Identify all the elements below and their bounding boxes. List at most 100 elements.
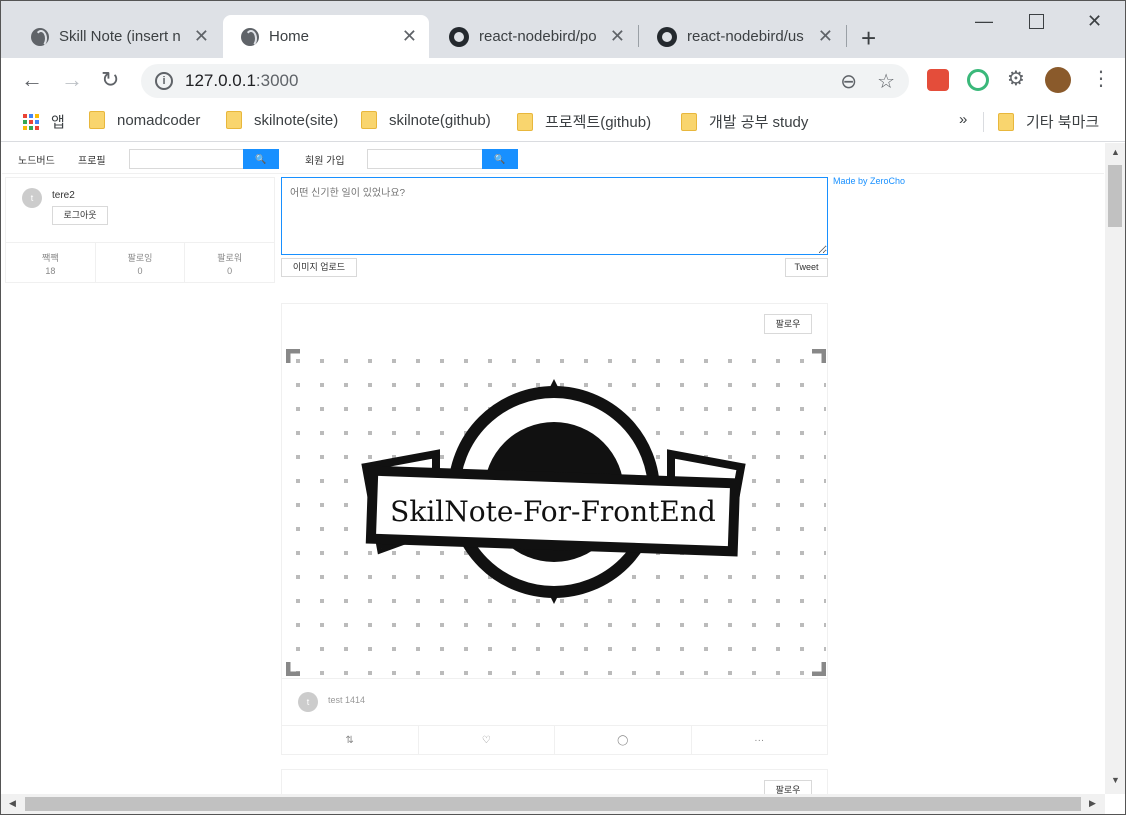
post-meta: t test 1414	[282, 678, 827, 725]
zoom-icon[interactable]: ⊖	[840, 69, 857, 94]
bookmark-label: skilnote(site)	[254, 111, 339, 129]
apps-grid-icon	[23, 113, 39, 130]
tab-separator	[846, 25, 847, 47]
stat-followers: 팔로워 0	[185, 243, 274, 282]
web-page: 노드버드 프로필 🔍 회원 가입 🔍 t tere2 로그아웃 짹짹 18 팔로잉…	[2, 143, 1104, 794]
url-host: 127.0.0.1	[185, 71, 256, 90]
scroll-right-icon[interactable]: ▶	[1089, 798, 1096, 809]
globe-icon	[31, 27, 49, 47]
tab-strip: Skill Note (insert n ✕ Home ✕ react-node…	[1, 1, 1125, 58]
comment-icon[interactable]: ◯	[555, 726, 692, 755]
window-close-icon[interactable]: ✕	[1087, 11, 1102, 32]
info-icon[interactable]: i	[155, 72, 173, 90]
avatar: t	[298, 692, 318, 712]
folder-icon	[517, 112, 533, 131]
tweet-button[interactable]: Tweet	[785, 258, 828, 277]
github-icon	[657, 26, 677, 47]
logout-button[interactable]: 로그아웃	[52, 206, 108, 225]
search-icon: 🔍	[255, 154, 267, 164]
ellipsis-icon[interactable]: ···	[692, 726, 828, 755]
bookmarks-overflow-button[interactable]: »	[959, 111, 967, 128]
menu-kebab-icon[interactable]: ⋮	[1091, 66, 1111, 91]
browser-toolbar: ← → ↻ i 127.0.0.1:3000 ⊖ ☆ ⚙ ⋮	[1, 58, 1125, 102]
bookmark-apps[interactable]: 앱	[23, 111, 65, 132]
stat-value: 0	[137, 266, 143, 276]
stat-following: 팔로잉 0	[96, 243, 186, 282]
menu-signup-link[interactable]: 회원 가입	[305, 152, 345, 167]
back-icon[interactable]: ←	[21, 67, 43, 93]
close-tab-icon[interactable]: ✕	[818, 26, 833, 47]
image-upload-button[interactable]: 이미지 업로드	[281, 258, 357, 277]
post-actions: ⇅ ♡ ◯ ···	[282, 725, 827, 755]
username: tere2	[52, 190, 75, 201]
stat-posts: 짹짹 18	[6, 243, 96, 282]
profile-avatar[interactable]	[1045, 67, 1071, 93]
avatar: t	[22, 188, 42, 208]
url-text: 127.0.0.1:3000	[185, 71, 298, 91]
extensions-puzzle-icon[interactable]: ⚙	[1007, 66, 1025, 91]
bookmark-label: 개발 공부 study	[709, 114, 809, 131]
maximize-icon[interactable]	[1029, 14, 1044, 29]
minimize-icon[interactable]: —	[975, 11, 993, 32]
made-by-link[interactable]: Made by ZeroCho	[833, 176, 905, 186]
bookmark-nomadcoder[interactable]: nomadcoder	[89, 111, 200, 129]
close-tab-icon[interactable]: ✕	[194, 26, 209, 47]
bookmark-label: 프로젝트(github)	[545, 114, 652, 131]
stat-value: 18	[45, 266, 56, 276]
bookmark-dev-study[interactable]: 개발 공부 study	[681, 111, 808, 132]
app-menu-bar: 노드버드 프로필 🔍 회원 가입 🔍	[2, 143, 1104, 174]
post-author: test 1414	[328, 695, 366, 705]
skilnote-logo-image: SkilNote-For-FrontEnd	[285, 348, 827, 677]
browser-window: Skill Note (insert n ✕ Home ✕ react-node…	[0, 0, 1126, 815]
horizontal-scroll-thumb[interactable]	[25, 797, 1081, 811]
tab-react-nodebird-us[interactable]: react-nodebird/us ✕	[639, 15, 845, 58]
bookmark-label: skilnote(github)	[389, 111, 491, 129]
tab-react-nodebird-po[interactable]: react-nodebird/po ✕	[431, 15, 637, 58]
bookmark-skilnote-github[interactable]: skilnote(github)	[361, 111, 491, 129]
extension-icon[interactable]	[927, 69, 949, 91]
new-tab-button[interactable]: +	[861, 23, 876, 54]
follow-button[interactable]: 팔로우	[764, 780, 812, 794]
vertical-scrollbar[interactable]: ▲ ▼	[1105, 143, 1125, 794]
search-button[interactable]: 🔍	[243, 149, 279, 169]
user-stats: 짹짹 18 팔로잉 0 팔로워 0	[6, 242, 274, 282]
tab-home[interactable]: Home ✕	[223, 15, 429, 58]
close-tab-icon[interactable]: ✕	[402, 26, 417, 47]
horizontal-scrollbar[interactable]: ◀ ▶	[1, 794, 1105, 814]
bookmark-other[interactable]: 기타 북마크	[998, 111, 1099, 132]
vertical-scroll-thumb[interactable]	[1108, 165, 1122, 227]
extension-target-icon[interactable]	[967, 69, 989, 91]
search-icon: 🔍	[494, 154, 506, 164]
scroll-up-icon[interactable]: ▲	[1111, 147, 1120, 157]
bookmark-divider	[983, 112, 984, 132]
post-card: 팔로우	[281, 303, 828, 755]
post-textarea[interactable]	[281, 177, 828, 255]
folder-icon	[681, 112, 697, 131]
bookmark-label: nomadcoder	[117, 111, 201, 129]
reload-icon[interactable]: ↻	[101, 67, 119, 93]
stat-label: 짹짹	[42, 253, 59, 263]
heart-icon[interactable]: ♡	[419, 726, 555, 755]
scroll-left-icon[interactable]: ◀	[9, 798, 16, 809]
forward-icon[interactable]: →	[61, 67, 83, 93]
bookmark-star-icon[interactable]: ☆	[877, 69, 895, 94]
search-button-secondary[interactable]: 🔍	[482, 149, 518, 169]
tab-skill-note[interactable]: Skill Note (insert n ✕	[13, 15, 221, 58]
stat-label: 팔로잉	[127, 253, 153, 263]
bookmark-skilnote-site[interactable]: skilnote(site)	[226, 111, 338, 129]
folder-icon	[998, 112, 1014, 131]
logo-text: SkilNote-For-FrontEnd	[390, 495, 716, 528]
scroll-down-icon[interactable]: ▼	[1111, 775, 1120, 785]
menu-home-link[interactable]: 노드버드	[18, 152, 55, 167]
retweet-icon[interactable]: ⇅	[282, 726, 419, 755]
post-image[interactable]: SkilNote-For-FrontEnd	[285, 348, 827, 677]
close-tab-icon[interactable]: ✕	[610, 26, 625, 47]
follow-button[interactable]: 팔로우	[764, 314, 812, 334]
tab-title: react-nodebird/us	[687, 28, 804, 45]
tab-title: Home	[269, 28, 310, 45]
menu-profile-link[interactable]: 프로필	[78, 152, 106, 167]
post-card: 팔로우	[281, 769, 828, 794]
address-bar[interactable]: i 127.0.0.1:3000 ⊖ ☆	[141, 64, 909, 98]
bookmark-project-github[interactable]: 프로젝트(github)	[517, 111, 651, 132]
search-input-secondary[interactable]	[367, 149, 483, 169]
